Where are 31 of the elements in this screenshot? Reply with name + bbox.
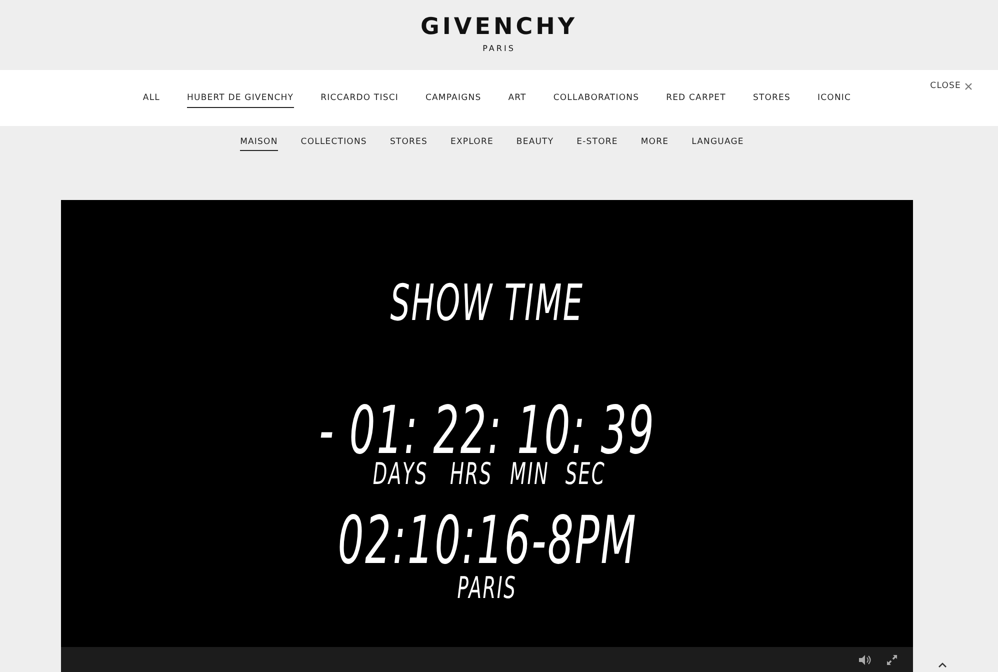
time-unit-label: HRS xyxy=(450,460,493,490)
subnav-link[interactable]: E-STORE xyxy=(576,136,618,152)
nav-link[interactable]: ALL xyxy=(142,92,160,108)
volume-icon[interactable] xyxy=(859,654,871,664)
subnav-link[interactable]: LANGUAGE xyxy=(692,136,744,152)
time-unit-label: MIN xyxy=(510,460,549,490)
nav-link[interactable]: ICONIC xyxy=(818,92,852,108)
subnav-link[interactable]: EXPLORE xyxy=(450,136,494,152)
subnav-link[interactable]: BEAUTY xyxy=(516,136,554,152)
logo-subtitle: PARIS xyxy=(482,42,516,54)
close-icon xyxy=(965,82,972,90)
show-title: SHOW TIME xyxy=(390,278,584,328)
nav-link[interactable]: STORES xyxy=(752,92,791,108)
nav-link[interactable]: RED CARPET xyxy=(666,92,726,108)
subnav-link[interactable]: STORES xyxy=(390,136,428,152)
close-button[interactable]: CLOSE xyxy=(930,80,972,93)
fullscreen-icon[interactable] xyxy=(887,654,897,664)
nav-link[interactable]: HUBERT DE GIVENCHY xyxy=(187,92,294,108)
subnav-link[interactable]: COLLECTIONS xyxy=(300,136,367,152)
nav-link[interactable]: ART xyxy=(508,92,526,108)
nav-link[interactable]: CAMPAIGNS xyxy=(425,92,482,108)
subnav-link[interactable]: MAISON xyxy=(240,136,278,152)
time-unit-label: SEC xyxy=(565,460,606,490)
local-time: 02:10:16-8PM xyxy=(337,508,637,574)
nav-link[interactable]: RICCARDO TISCI xyxy=(320,92,398,108)
time-unit-label: DAYS xyxy=(373,460,428,490)
nav-link[interactable]: COLLABORATIONS xyxy=(553,92,640,108)
brand-logo[interactable]: GIVENCHY xyxy=(420,16,578,38)
city-label: PARIS xyxy=(457,574,517,604)
subnav-link[interactable]: MORE xyxy=(640,136,669,152)
scroll-up-icon[interactable] xyxy=(938,662,947,668)
